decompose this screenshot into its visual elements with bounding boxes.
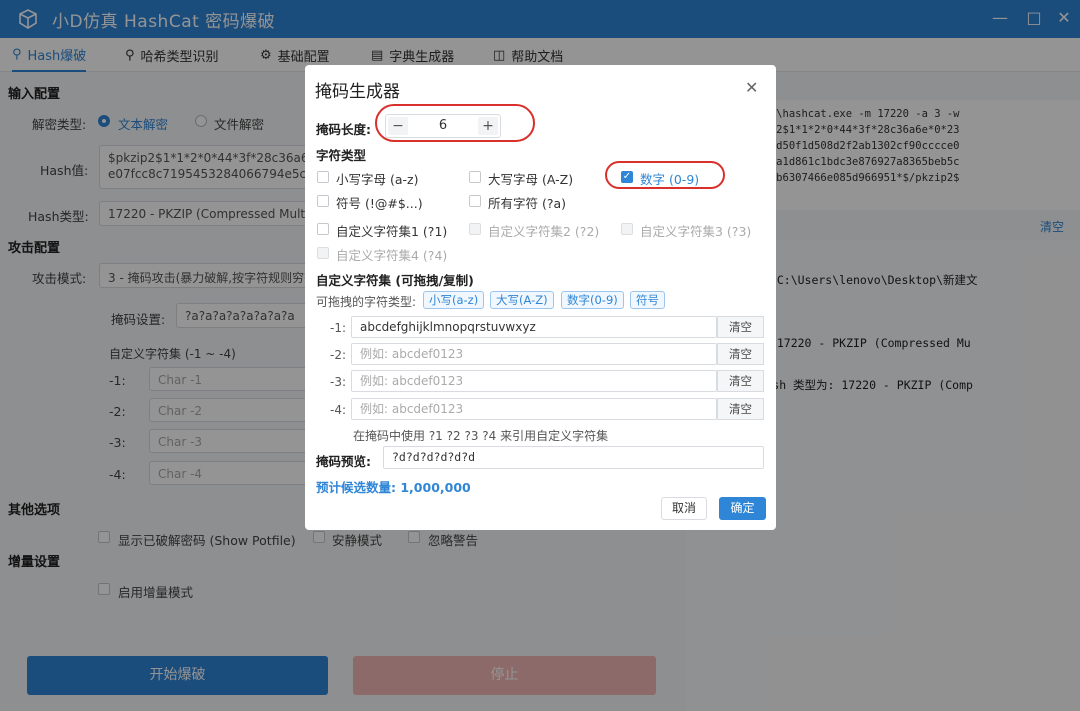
mask-preview-label: 掩码预览: xyxy=(316,454,371,469)
dialog-title: 掩码生成器 xyxy=(315,82,400,102)
lowercase-option[interactable]: 小写字母 (a-z) xyxy=(336,169,418,188)
charset-type-label: 字符类型 xyxy=(316,148,367,163)
lowercase-checkbox[interactable] xyxy=(317,171,329,183)
all-chars-option[interactable]: 所有字符 (?a) xyxy=(488,193,566,212)
custom2-checkbox xyxy=(469,223,481,235)
cancel-button[interactable]: 取消 xyxy=(661,497,707,520)
custom-charset-field-3[interactable]: 例如: abcdef0123 xyxy=(351,370,717,392)
custom-row-label: -1: xyxy=(330,321,347,335)
custom-charset-field-1[interactable]: abcdefghijklmnopqrstuvwxyz xyxy=(351,316,717,338)
mask-generator-dialog: 掩码生成器 ✕ 掩码长度: − 6 + 字符类型 小写字母 (a-z) 大写字母… xyxy=(305,65,776,530)
chip-lowercase[interactable]: 小写(a-z) xyxy=(423,291,485,309)
clear-button-4[interactable]: 清空 xyxy=(717,398,764,420)
custom-charset-title: 自定义字符集 (可拖拽/复制) xyxy=(316,273,474,288)
custom4-option: 自定义字符集4 (?4) xyxy=(336,248,448,263)
uppercase-option[interactable]: 大写字母 (A-Z) xyxy=(488,169,573,188)
highlight-ring xyxy=(375,104,535,142)
custom-row-label: -3: xyxy=(330,375,347,389)
clear-button-3[interactable]: 清空 xyxy=(717,370,764,392)
highlight-ring xyxy=(605,161,725,189)
clear-button-1[interactable]: 清空 xyxy=(717,316,764,338)
custom1-option[interactable]: 自定义字符集1 (?1) xyxy=(336,221,447,240)
confirm-button[interactable]: 确定 xyxy=(719,497,766,520)
candidate-count: 预计候选数量: 1,000,000 xyxy=(316,480,471,495)
custom3-option: 自定义字符集3 (?3) xyxy=(640,224,752,239)
custom-charset-hint: 在掩码中使用 ?1 ?2 ?3 ?4 来引用自定义字符集 xyxy=(353,429,609,443)
custom-charset-field-2[interactable]: 例如: abcdef0123 xyxy=(351,343,717,365)
uppercase-checkbox[interactable] xyxy=(469,171,481,183)
custom1-checkbox[interactable] xyxy=(317,223,329,235)
custom2-option: 自定义字符集2 (?2) xyxy=(488,224,600,239)
mask-preview-field[interactable]: ?d?d?d?d?d?d xyxy=(383,446,764,469)
all-chars-checkbox[interactable] xyxy=(469,195,481,207)
custom-charset-field-4[interactable]: 例如: abcdef0123 xyxy=(351,398,717,420)
clear-button-2[interactable]: 清空 xyxy=(717,343,764,365)
custom-row-label: -2: xyxy=(330,348,347,362)
custom-row-label: -4: xyxy=(330,403,347,417)
custom4-checkbox xyxy=(317,247,329,259)
close-icon[interactable]: ✕ xyxy=(745,78,758,97)
symbols-checkbox[interactable] xyxy=(317,195,329,207)
chip-uppercase[interactable]: 大写(A-Z) xyxy=(490,291,554,309)
chip-symbols[interactable]: 符号 xyxy=(630,291,665,309)
draggable-label: 可拖拽的字符类型: xyxy=(316,295,417,309)
mask-length-label: 掩码长度: xyxy=(316,122,371,137)
chip-digits[interactable]: 数字(0-9) xyxy=(561,291,624,309)
custom3-checkbox xyxy=(621,223,633,235)
symbols-option[interactable]: 符号 (!@#$...) xyxy=(336,193,423,212)
